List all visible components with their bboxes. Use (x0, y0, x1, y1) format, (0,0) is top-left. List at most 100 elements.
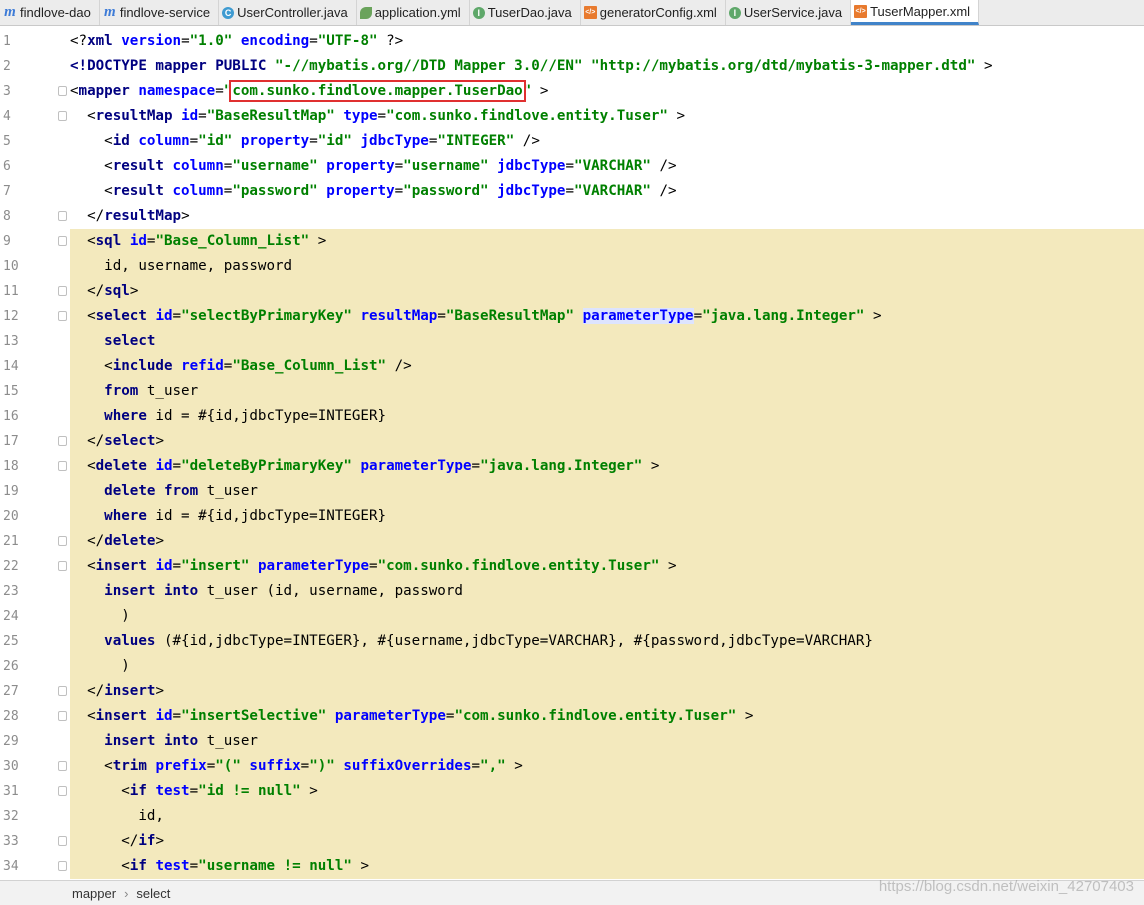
code-text: insert into t_user (id, username, passwo… (70, 579, 1144, 604)
code-text: <if test="id != null" > (70, 779, 1144, 804)
code-token: insert (95, 708, 147, 724)
fold-toggle-icon[interactable] (58, 461, 67, 471)
fold-toggle-icon[interactable] (58, 686, 67, 696)
code-editor[interactable]: 1 <?xml version="1.0" encoding="UTF-8" ?>… (0, 29, 1144, 880)
code-token: mapper (78, 83, 130, 99)
code-line[interactable]: 4 <resultMap id="BaseResultMap" type="co… (0, 104, 1144, 129)
code-token: < (104, 183, 113, 199)
fold-toggle-icon[interactable] (58, 111, 67, 121)
code-line[interactable]: 21 </delete> (0, 529, 1144, 554)
tab-findlove-service[interactable]: m findlove-service (100, 0, 220, 25)
line-number: 33 (0, 829, 56, 854)
code-line[interactable]: 8 </resultMap> (0, 204, 1144, 229)
code-line[interactable]: 1 <?xml version="1.0" encoding="UTF-8" ?> (0, 29, 1144, 54)
code-token: </ (87, 283, 105, 299)
code-line[interactable]: 10 id, username, password (0, 254, 1144, 279)
code-token: id (155, 458, 173, 474)
code-token: version (121, 33, 182, 49)
code-line[interactable]: 25 values (#{id,jdbcType=INTEGER}, #{use… (0, 629, 1144, 654)
code-line[interactable]: 2 <!DOCTYPE mapper PUBLIC "-//mybatis.org… (0, 54, 1144, 79)
code-line[interactable]: 5 <id column="id" property="id" jdbcType… (0, 129, 1144, 154)
code-token: namespace (138, 83, 216, 99)
fold-toggle-icon[interactable] (58, 761, 67, 771)
fold-toggle-icon[interactable] (58, 711, 67, 721)
line-number: 8 (0, 204, 56, 229)
java-interface-icon: I (728, 6, 741, 19)
code-token: < (87, 708, 96, 724)
code-line[interactable]: 17 </select> (0, 429, 1144, 454)
breadcrumb-item-select[interactable]: select (136, 886, 170, 901)
code-token: /> (659, 183, 677, 199)
code-line[interactable]: 27 </insert> (0, 679, 1144, 704)
code-line[interactable]: 23 insert into t_user (id, username, pas… (0, 579, 1144, 604)
line-number: 20 (0, 504, 56, 529)
line-number: 27 (0, 679, 56, 704)
code-line[interactable]: 32 id, (0, 804, 1144, 829)
code-line[interactable]: 31 <if test="id != null" > (0, 779, 1144, 804)
tab-usercontroller-java[interactable]: C UserController.java (219, 0, 357, 25)
code-line[interactable]: 9 <sql id="Base_Column_List" > (0, 229, 1144, 254)
code-token: > (155, 833, 164, 849)
fold-toggle-icon[interactable] (58, 536, 67, 546)
code-line[interactable]: 18 <delete id="deleteByPrimaryKey" param… (0, 454, 1144, 479)
code-token: "com.sunko.findlove.entity.Tuser" (386, 108, 668, 124)
code-token: </ (121, 833, 139, 849)
code-line[interactable]: 14 <include refid="Base_Column_List" /> (0, 354, 1144, 379)
code-token: refid (181, 358, 224, 374)
fold-toggle-icon[interactable] (58, 211, 67, 221)
fold-toggle-icon[interactable] (58, 436, 67, 446)
line-number: 21 (0, 529, 56, 554)
code-token: = (189, 858, 199, 874)
code-line[interactable]: 26 ) (0, 654, 1144, 679)
code-line[interactable]: 16 where id = #{id,jdbcType=INTEGER} (0, 404, 1144, 429)
code-line[interactable]: 33 </if> (0, 829, 1144, 854)
code-line[interactable]: 6 <result column="username" property="us… (0, 154, 1144, 179)
code-line[interactable]: 20 where id = #{id,jdbcType=INTEGER} (0, 504, 1144, 529)
code-line[interactable]: 29 insert into t_user (0, 729, 1144, 754)
code-text: </if> (70, 829, 1144, 854)
fold-toggle-icon[interactable] (58, 286, 67, 296)
code-line[interactable]: 22 <insert id="insert" parameterType="co… (0, 554, 1144, 579)
code-line[interactable]: 24 ) (0, 604, 1144, 629)
code-line[interactable]: 30 <trim prefix="(" suffix=")" suffixOve… (0, 754, 1144, 779)
code-text: </delete> (70, 529, 1144, 554)
breadcrumb-item-mapper[interactable]: mapper (72, 886, 116, 901)
tab-generatorconfig-xml[interactable]: </> generatorConfig.xml (581, 0, 726, 25)
fold-toggle-icon[interactable] (58, 786, 67, 796)
code-line[interactable]: 3 <mapper namespace= "com.sunko.findlove.m… (0, 79, 1144, 104)
fold-toggle-icon[interactable] (58, 836, 67, 846)
code-line[interactable]: 34 <if test="username != null" > (0, 854, 1144, 879)
line-number: 13 (0, 329, 56, 354)
code-line[interactable]: 19 delete from t_user (0, 479, 1144, 504)
fold-toggle-icon[interactable] (58, 861, 67, 871)
code-token: if (129, 783, 147, 799)
tab-userservice-java[interactable]: I UserService.java (726, 0, 852, 25)
tab-findlove-dao[interactable]: m findlove-dao (0, 0, 100, 25)
code-line[interactable]: 11 </sql> (0, 279, 1144, 304)
code-line[interactable]: 7 <result column="password" property="pa… (0, 179, 1144, 204)
tab-application-yml[interactable]: application.yml (357, 0, 470, 25)
tab-label: TuserMapper.xml (870, 3, 971, 19)
fold-toggle-icon[interactable] (58, 86, 67, 96)
code-token: property (326, 183, 395, 199)
fold-toggle-icon[interactable] (58, 561, 67, 571)
code-text: </resultMap> (70, 204, 1144, 229)
maven-module-icon: m (103, 4, 116, 20)
code-token: </ (87, 683, 105, 699)
code-line[interactable]: 28 <insert id="insertSelective" paramete… (0, 704, 1144, 729)
code-token: > (873, 308, 882, 324)
code-token: "deleteByPrimaryKey" (181, 458, 352, 474)
code-line[interactable]: 13 select (0, 329, 1144, 354)
tab-tuserdao-java[interactable]: I TuserDao.java (470, 0, 581, 25)
fold-toggle-icon[interactable] (58, 311, 67, 321)
code-line[interactable]: 15 from t_user (0, 379, 1144, 404)
tab-tusermapper-xml[interactable]: </> TuserMapper.xml (851, 0, 980, 25)
code-line[interactable]: 12 <select id="selectByPrimaryKey" resul… (0, 304, 1144, 329)
fold-toggle-icon[interactable] (58, 236, 67, 246)
